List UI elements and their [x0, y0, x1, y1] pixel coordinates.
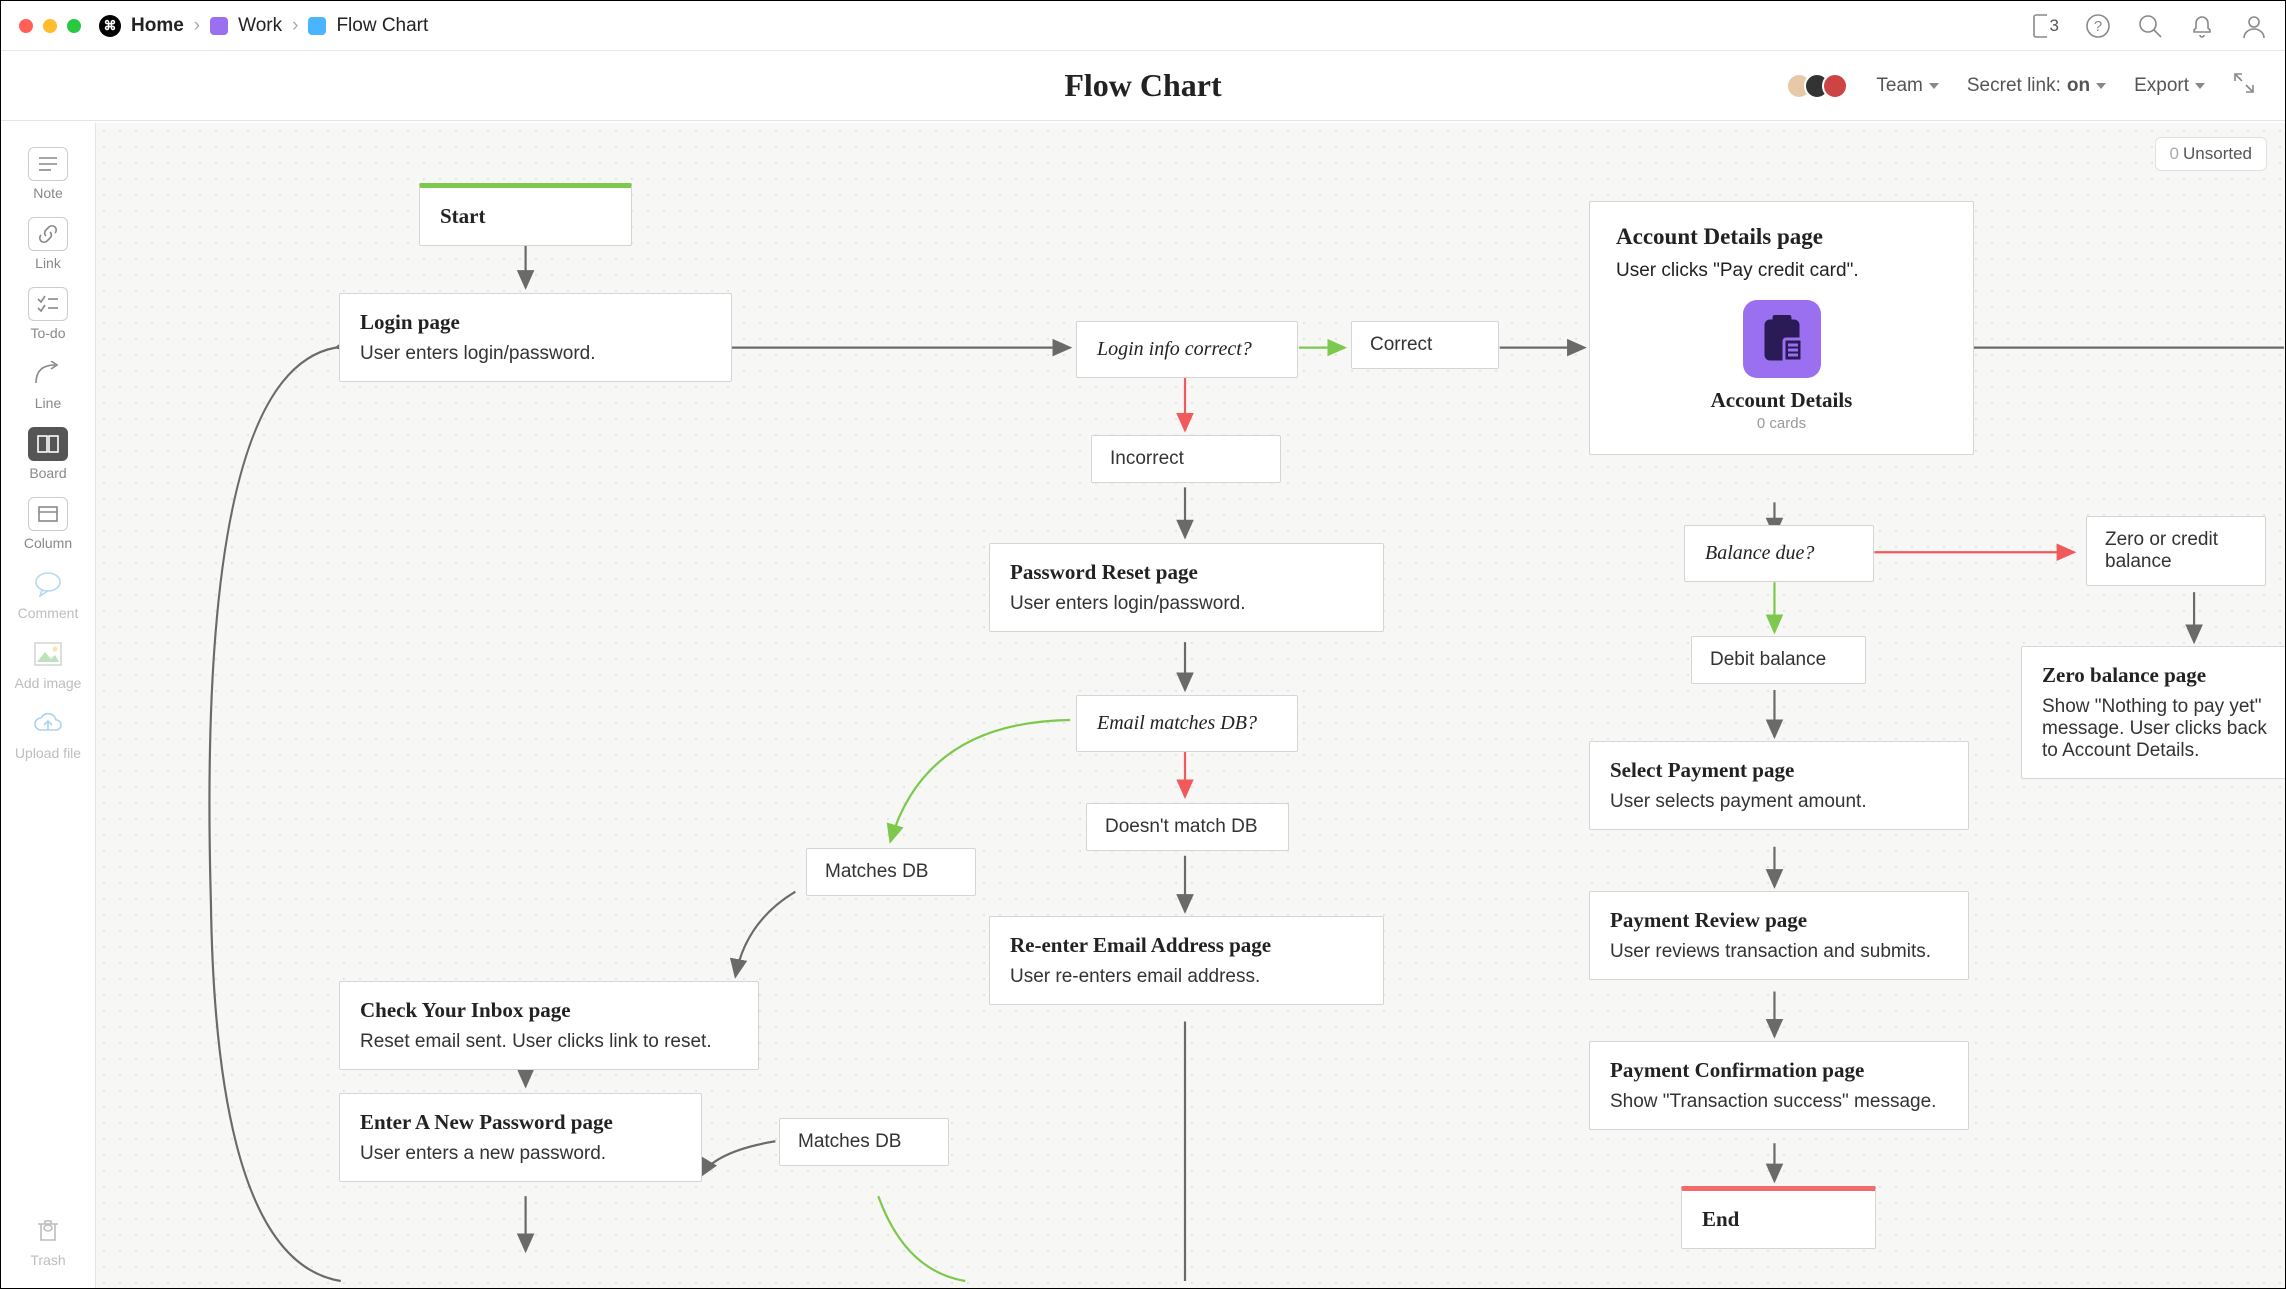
- node-new-password[interactable]: Enter A New Password pageUser enters a n…: [339, 1093, 702, 1182]
- tool-line[interactable]: Line: [1, 351, 95, 417]
- mobile-badge: 3: [2050, 16, 2059, 36]
- link-icon: [28, 217, 68, 251]
- bell-icon[interactable]: [2189, 13, 2215, 39]
- svg-text:?: ?: [2094, 18, 2102, 35]
- node-account-details[interactable]: Account Details page User clicks "Pay cr…: [1589, 201, 1974, 455]
- breadcrumb-work[interactable]: Work: [238, 15, 282, 37]
- node-password-reset[interactable]: Password Reset pageUser enters login/pas…: [989, 543, 1384, 632]
- tool-add-image[interactable]: Add image: [1, 631, 95, 697]
- unsorted-button[interactable]: 0Unsorted: [2155, 137, 2267, 171]
- node-correct[interactable]: Correct: [1351, 321, 1499, 369]
- upload-icon: [28, 707, 68, 741]
- node-check-inbox[interactable]: Check Your Inbox pageReset email sent. U…: [339, 981, 759, 1070]
- node-zero-balance[interactable]: Zero balance pageShow "Nothing to pay ye…: [2021, 646, 2285, 779]
- board-clipboard-icon: [1743, 300, 1821, 378]
- line-icon: [28, 357, 68, 391]
- node-email-matches[interactable]: Email matches DB?: [1076, 695, 1298, 752]
- node-debit[interactable]: Debit balance: [1691, 636, 1866, 684]
- node-select-payment[interactable]: Select Payment pageUser selects payment …: [1589, 741, 1969, 830]
- node-login-correct[interactable]: Login info correct?: [1076, 321, 1298, 378]
- board-icon: [28, 427, 68, 461]
- note-icon: [28, 147, 68, 181]
- team-dropdown[interactable]: Team: [1876, 75, 1938, 97]
- chevron-down-icon: [2096, 83, 2106, 89]
- node-end[interactable]: End: [1681, 1186, 1876, 1249]
- node-no-match[interactable]: Doesn't match DB: [1086, 803, 1289, 851]
- topbar: ⌘ Home › Work › Flow Chart 3 ?: [1, 1, 2285, 51]
- titlebar: Flow Chart Team Secret link: on Export: [1, 51, 2285, 121]
- node-matches-2[interactable]: Matches DB: [779, 1118, 949, 1166]
- secret-link-dropdown[interactable]: Secret link: on: [1967, 75, 2106, 97]
- node-matches-1[interactable]: Matches DB: [806, 848, 976, 896]
- chevron-down-icon: [1929, 83, 1939, 89]
- breadcrumb-home[interactable]: Home: [131, 15, 184, 37]
- breadcrumb-page[interactable]: Flow Chart: [336, 15, 428, 37]
- tool-upload[interactable]: Upload file: [1, 701, 95, 767]
- folder-color-icon: [210, 17, 228, 35]
- node-start[interactable]: Start: [419, 183, 632, 246]
- help-icon[interactable]: ?: [2085, 13, 2111, 39]
- minimize-window-button[interactable]: [43, 19, 57, 33]
- node-login[interactable]: Login pageUser enters login/password.: [339, 293, 732, 382]
- profile-icon[interactable]: [2241, 13, 2267, 39]
- node-payment-confirmation[interactable]: Payment Confirmation pageShow "Transacti…: [1589, 1041, 1969, 1130]
- node-payment-review[interactable]: Payment Review pageUser reviews transact…: [1589, 891, 1969, 980]
- mobile-icon[interactable]: 3: [2033, 13, 2059, 39]
- export-dropdown[interactable]: Export: [2134, 75, 2205, 97]
- page-title: Flow Chart: [1064, 67, 1221, 104]
- node-reenter-email[interactable]: Re-enter Email Address pageUser re-enter…: [989, 916, 1384, 1005]
- tool-note[interactable]: Note: [1, 141, 95, 207]
- tool-column[interactable]: Column: [1, 491, 95, 557]
- window-controls: [19, 19, 81, 33]
- tool-board[interactable]: Board: [1, 421, 95, 487]
- chevron-down-icon: [2195, 83, 2205, 89]
- tool-trash[interactable]: Trash: [1, 1208, 95, 1274]
- node-incorrect[interactable]: Incorrect: [1091, 435, 1281, 483]
- node-zero-credit-label[interactable]: Zero or credit balance: [2086, 516, 2266, 586]
- column-icon: [28, 497, 68, 531]
- canvas[interactable]: 0Unsorted: [96, 123, 2285, 1288]
- trash-icon: [28, 1214, 68, 1248]
- expand-icon[interactable]: [2233, 72, 2255, 100]
- image-icon: [28, 637, 68, 671]
- tool-link[interactable]: Link: [1, 211, 95, 277]
- presence-avatars[interactable]: [1794, 73, 1848, 99]
- maximize-window-button[interactable]: [67, 19, 81, 33]
- app-logo-icon[interactable]: ⌘: [99, 15, 121, 37]
- chevron-right-icon: ›: [292, 15, 298, 37]
- tool-comment[interactable]: Comment: [1, 561, 95, 627]
- comment-icon: [28, 567, 68, 601]
- chevron-right-icon: ›: [194, 15, 200, 37]
- tool-todo[interactable]: To-do: [1, 281, 95, 347]
- page-color-icon: [308, 17, 326, 35]
- node-balance-due[interactable]: Balance due?: [1684, 525, 1874, 582]
- todo-icon: [28, 287, 68, 321]
- search-icon[interactable]: [2137, 13, 2163, 39]
- close-window-button[interactable]: [19, 19, 33, 33]
- breadcrumb: ⌘ Home › Work › Flow Chart: [99, 15, 428, 37]
- tool-sidebar: Note Link To-do Line Board Column Commen…: [1, 123, 96, 1288]
